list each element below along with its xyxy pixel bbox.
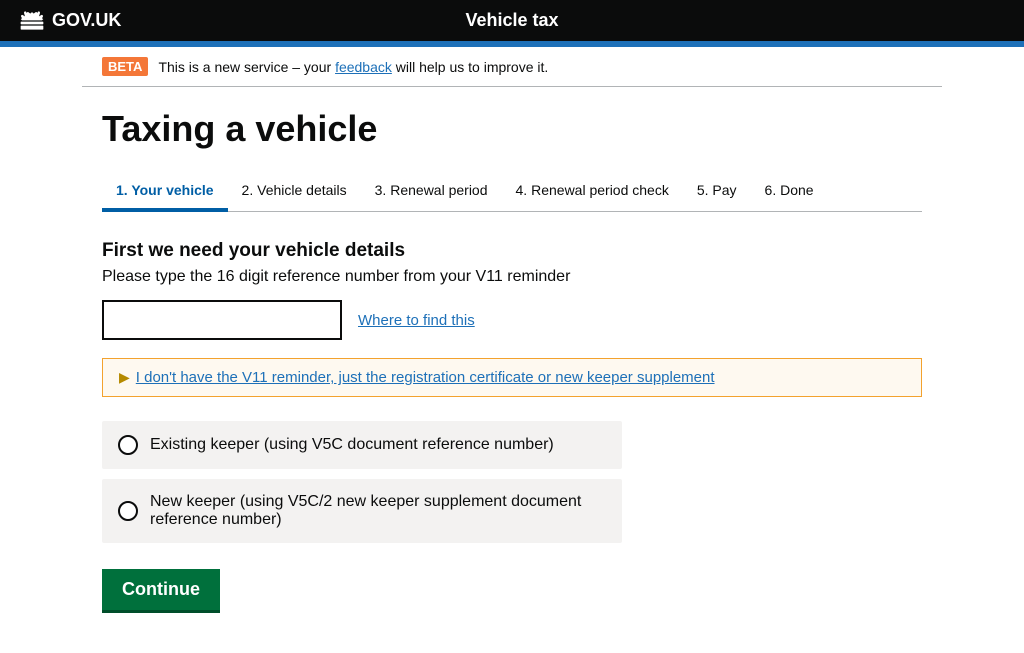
accordion-arrow-icon: ▶: [119, 369, 130, 386]
continue-button[interactable]: Continue: [102, 569, 220, 613]
beta-banner: BETA This is a new service – your feedba…: [82, 47, 942, 87]
reference-number-input[interactable]: [102, 300, 342, 340]
accordion-label[interactable]: I don't have the V11 reminder, just the …: [136, 369, 715, 386]
step-6: 6. Done: [751, 174, 828, 211]
logo-text: GOV.UK: [52, 10, 121, 31]
gov-uk-logo[interactable]: GOV.UK: [20, 10, 121, 31]
header-title: Vehicle tax: [465, 10, 558, 31]
radio-existing-keeper[interactable]: Existing keeper (using V5C document refe…: [102, 421, 622, 469]
radio-new-keeper-circle: [118, 501, 138, 521]
vehicle-form: First we need your vehicle details Pleas…: [102, 240, 922, 613]
section-title: First we need your vehicle details: [102, 240, 922, 262]
beta-message: This is a new service – your feedback wi…: [158, 59, 548, 75]
feedback-link[interactable]: feedback: [335, 59, 392, 75]
radio-existing-keeper-label: Existing keeper (using V5C document refe…: [150, 436, 554, 454]
step-2: 2. Vehicle details: [228, 174, 361, 211]
step-4: 4. Renewal period check: [502, 174, 683, 211]
site-header: GOV.UK Vehicle tax: [0, 0, 1024, 41]
page-title: Taxing a vehicle: [102, 107, 922, 150]
section-desc: Please type the 16 digit reference numbe…: [102, 268, 922, 286]
reference-input-row: Where to find this: [102, 300, 922, 340]
where-to-find-link[interactable]: Where to find this: [358, 312, 475, 329]
no-v11-accordion[interactable]: ▶ I don't have the V11 reminder, just th…: [102, 358, 922, 397]
radio-new-keeper[interactable]: New keeper (using V5C/2 new keeper suppl…: [102, 479, 622, 543]
main-content: Taxing a vehicle 1. Your vehicle 2. Vehi…: [82, 87, 942, 653]
steps-nav: 1. Your vehicle 2. Vehicle details 3. Re…: [102, 174, 922, 212]
step-3: 3. Renewal period: [361, 174, 502, 211]
radio-new-keeper-label: New keeper (using V5C/2 new keeper suppl…: [150, 493, 606, 529]
crown-icon: [20, 11, 44, 31]
radio-existing-keeper-circle: [118, 435, 138, 455]
beta-tag: BETA: [102, 57, 148, 76]
step-5: 5. Pay: [683, 174, 751, 211]
step-1[interactable]: 1. Your vehicle: [102, 174, 228, 212]
